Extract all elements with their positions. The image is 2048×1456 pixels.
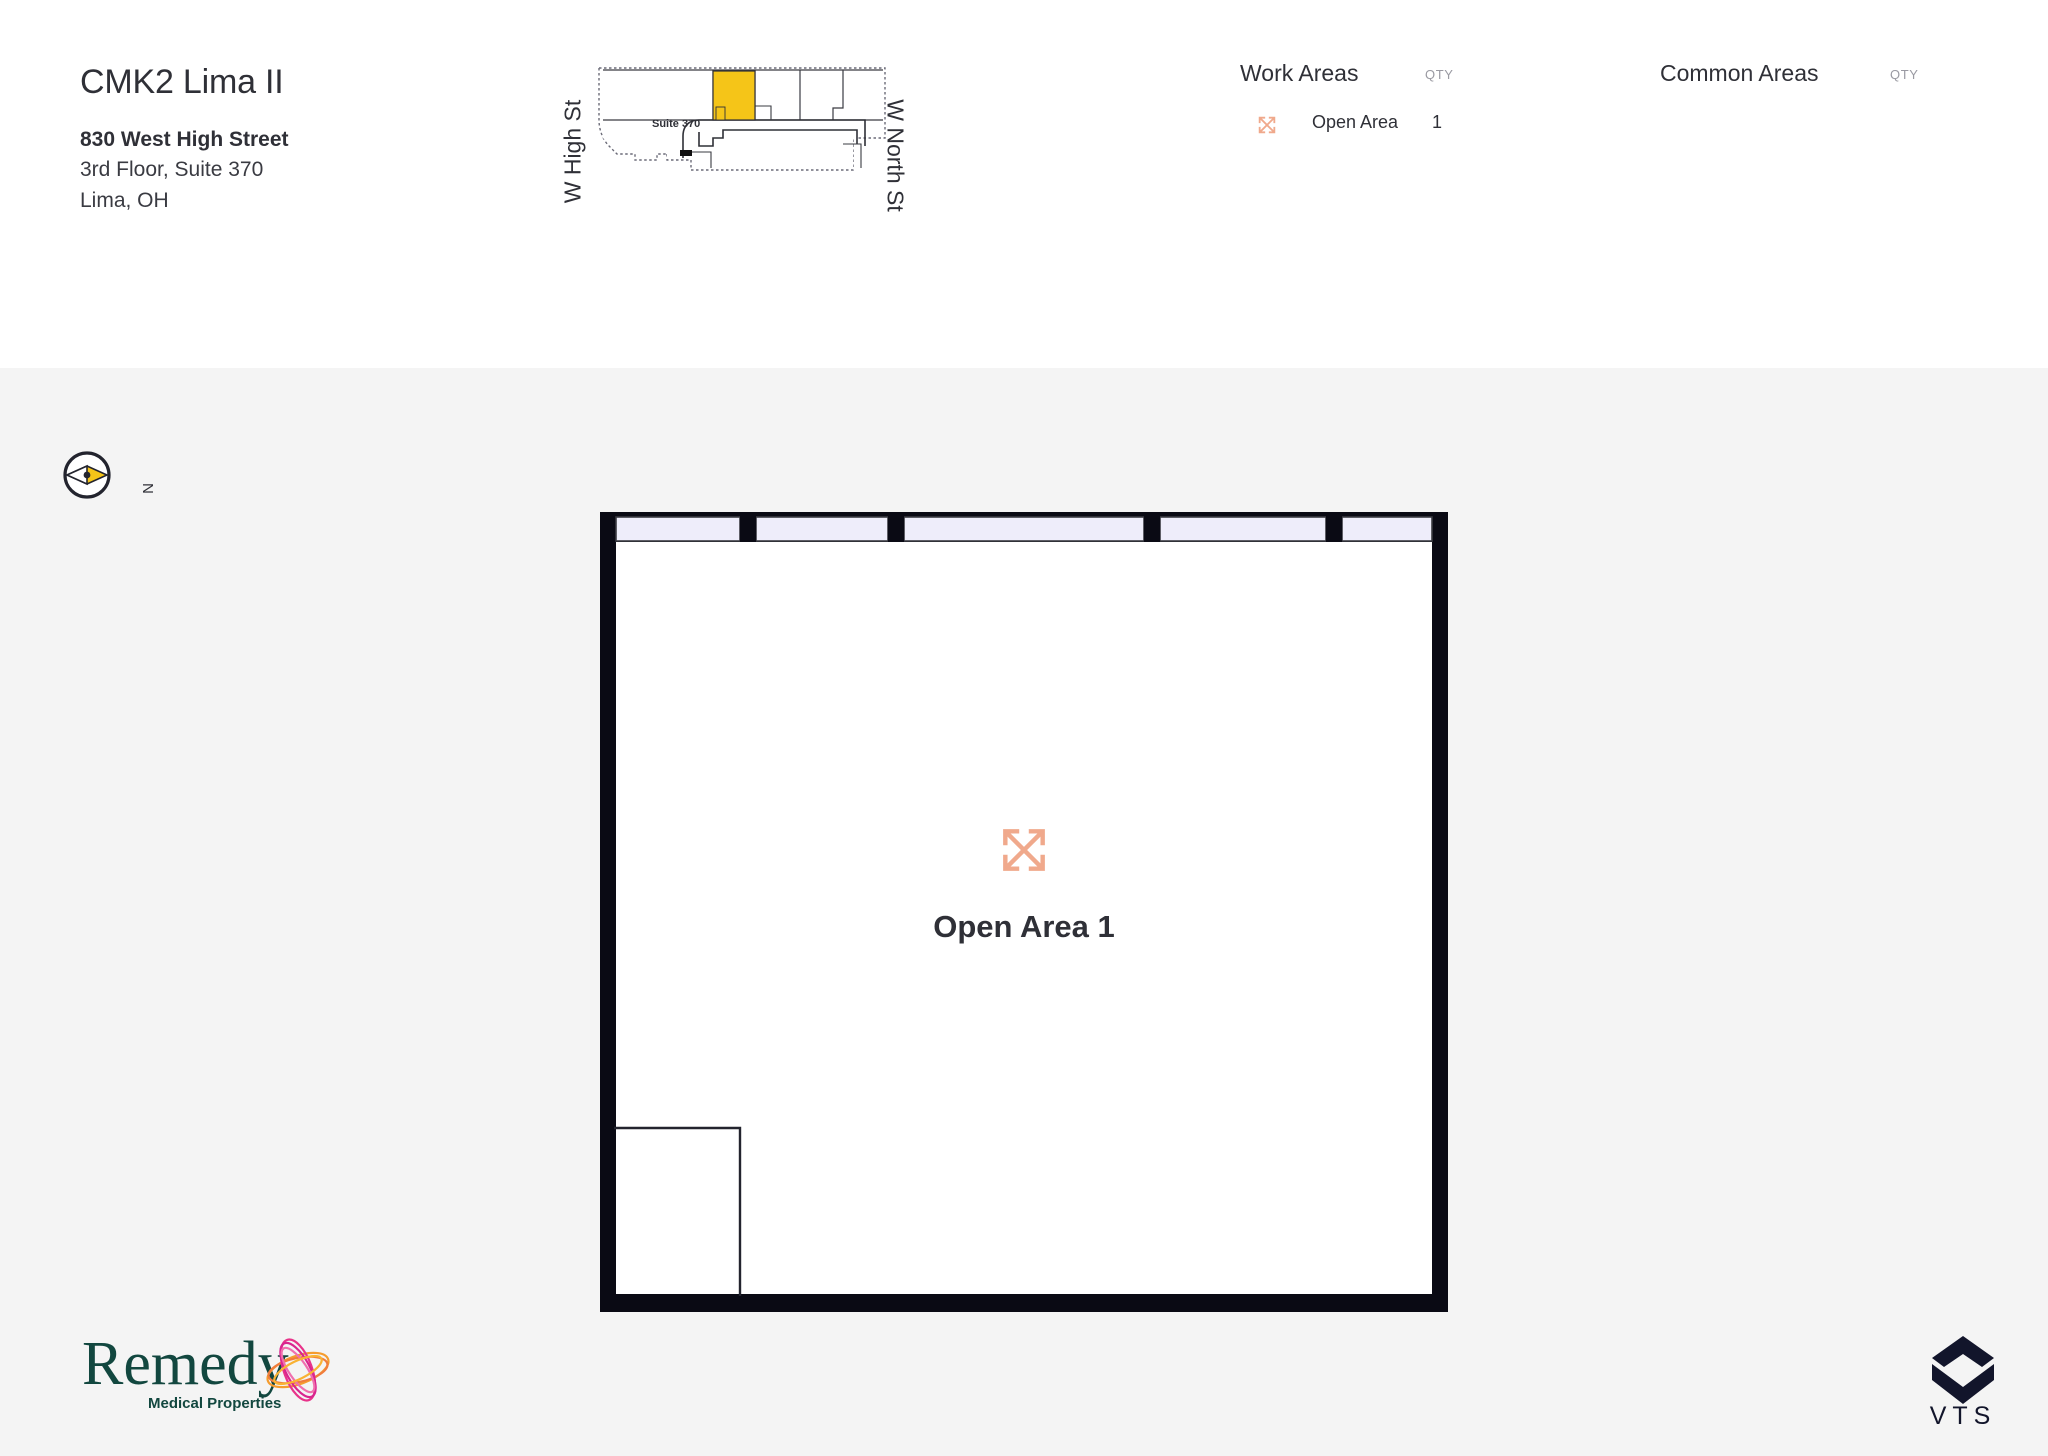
title-block: CMK2 Lima II 830 West High Street 3rd Fl… [80,62,289,216]
window-group [615,516,1433,542]
remedy-tagline: Medical Properties [148,1395,281,1412]
key-plan: W High St W North St Suite 370 [535,50,1005,240]
floor-plan-drawing [600,512,1448,1312]
remedy-wordmark: Remedy [82,1330,289,1398]
legend-common-areas-title: Common Areas [1660,60,1819,86]
address-floor-suite: 3rd Floor, Suite 370 [80,158,264,182]
window-panel [755,516,889,542]
compass-rose [60,440,190,510]
vts-logo: VTS [1918,1330,2008,1430]
address-street: 830 West High Street [80,127,289,151]
legend-common-areas-qty-header: QTY [1890,67,1919,82]
key-plan-suite-label: Suite 370 [652,118,701,130]
window-panel [903,516,1145,542]
page-title: CMK2 Lima II [80,63,284,101]
address-city-state: Lima, OH [80,188,169,212]
street-label-west: W High St [559,99,586,204]
legend-work-areas-qty-header: QTY [1425,67,1454,82]
legend-item-open-area-label: Open Area [1312,112,1399,132]
window-panel [1159,516,1327,542]
header-band [0,0,2048,368]
legend-item-open-area-qty: 1 [1432,112,1443,132]
window-panel [1341,516,1433,542]
expand-arrows-icon [1256,114,1278,136]
key-plan-diagram [598,67,886,171]
vts-wordmark: VTS [1930,1402,1997,1425]
remedy-logo: Remedy Medical Properties [82,1328,362,1418]
vts-chevron-icon [1932,1336,1994,1404]
window-panel [615,516,741,542]
legend-work-areas-title: Work Areas [1240,60,1359,86]
floor-plan: Open Area 1 [600,512,1448,1312]
compass-north-label: N [139,483,157,494]
